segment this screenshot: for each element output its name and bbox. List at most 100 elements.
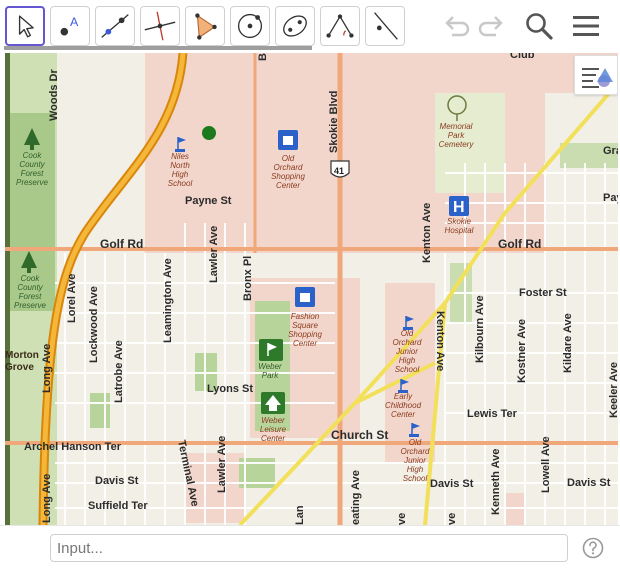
svg-text:41: 41 (334, 166, 344, 176)
circle-tool-button[interactable] (230, 6, 270, 46)
svg-text:Davis St: Davis St (567, 477, 611, 489)
ellipse-tool-button[interactable] (275, 6, 315, 46)
geogebra-app: A H 41 Woods Dr Skokie Blvd Payne St Gol… (0, 0, 620, 570)
svg-text:Lewis Ter: Lewis Ter (467, 408, 518, 420)
help-icon[interactable] (582, 537, 604, 559)
point-tool-button[interactable]: A (50, 6, 90, 46)
svg-text:Kenton Ave: Kenton Ave (434, 311, 446, 371)
graphics-view[interactable]: H 41 Woods Dr Skokie Blvd Payne St Golf … (5, 53, 618, 525)
svg-text:Shopping: Shopping (271, 172, 305, 181)
ellipse-icon (283, 15, 307, 37)
svg-text:Leisure: Leisure (260, 425, 287, 434)
svg-text:High: High (172, 170, 189, 179)
street-map-image: H 41 Woods Dr Skokie Blvd Payne St Golf … (5, 53, 618, 525)
svg-text:County: County (19, 160, 45, 169)
algebra-input-field[interactable] (50, 534, 568, 562)
redo-icon (478, 16, 503, 37)
polygon-tool-button[interactable] (185, 6, 225, 46)
svg-text:Park: Park (448, 131, 465, 140)
angle-icon (326, 14, 354, 38)
svg-text:Bronx Pl: Bronx Pl (242, 256, 254, 301)
svg-text:Kenneth Ave: Kenneth Ave (490, 449, 502, 515)
svg-text:Woods Dr: Woods Dr (48, 69, 60, 121)
svg-text:Square: Square (292, 321, 318, 330)
svg-text:Center: Center (261, 434, 285, 443)
svg-text:Junior: Junior (395, 347, 418, 356)
svg-text:Forest: Forest (19, 292, 42, 301)
svg-text:Orchard: Orchard (274, 163, 303, 172)
svg-text:H: H (453, 199, 465, 216)
route-shield-icon: 41 (330, 160, 350, 178)
svg-text:Center: Center (276, 181, 300, 190)
search-button[interactable] (523, 10, 555, 42)
svg-text:Suffield Ter: Suffield Ter (88, 500, 148, 512)
svg-text:Lorel Ave: Lorel Ave (66, 274, 78, 323)
hamburger-menu-icon (573, 16, 599, 36)
svg-text:Long Ave: Long Ave (41, 344, 53, 393)
svg-text:Gra: Gra (603, 145, 618, 157)
svg-text:Long Ave: Long Ave (41, 474, 53, 523)
svg-text:Forest: Forest (21, 169, 44, 178)
svg-text:Weber: Weber (261, 416, 285, 425)
line-icon (101, 14, 129, 38)
svg-text:Golf Rd: Golf Rd (498, 237, 541, 251)
toolbar: A (0, 0, 620, 50)
svg-text:Latrobe Ave: Latrobe Ave (113, 340, 125, 403)
svg-text:High: High (407, 465, 424, 474)
svg-text:Fashion: Fashion (291, 312, 320, 321)
point-tool-letter: A (70, 15, 79, 29)
svg-text:School: School (168, 179, 193, 188)
svg-text:Church St: Church St (331, 428, 388, 442)
svg-text:Center: Center (391, 410, 415, 419)
style-bar-icon (582, 68, 613, 88)
svg-text:Cemetery: Cemetery (439, 140, 475, 149)
svg-text:School: School (403, 474, 428, 483)
svg-text:Lawler Ave: Lawler Ave (216, 436, 228, 493)
reflect-tool-button[interactable] (365, 6, 405, 46)
svg-text:Park: Park (262, 371, 279, 380)
skokie-hospital-label: Skokie Hospital (445, 217, 474, 235)
svg-text:Davis St: Davis St (95, 475, 139, 487)
polygon-icon (195, 13, 217, 40)
svg-text:Preserve: Preserve (16, 178, 49, 187)
svg-text:Old: Old (282, 154, 295, 163)
weber-leisure-label: Weber Leisure Center (260, 416, 287, 443)
svg-text:Skokie Blvd: Skokie Blvd (328, 91, 340, 153)
toolbar-scroll-indicator (4, 46, 312, 50)
angle-tool-button[interactable] (320, 6, 360, 46)
move-tool-button[interactable] (5, 6, 45, 46)
undo-icon (445, 16, 470, 37)
shopping-center-icon (278, 130, 298, 150)
svg-text:Weber: Weber (258, 362, 282, 371)
svg-text:Shopping: Shopping (288, 330, 322, 339)
redo-button[interactable] (476, 10, 508, 42)
perpendicular-tool-button[interactable] (140, 6, 180, 46)
svg-text:Childhood: Childhood (385, 401, 422, 410)
morton-grove-label: Morton Grove (5, 350, 39, 373)
svg-text:Payne St: Payne St (185, 195, 232, 207)
undo-button[interactable] (440, 10, 472, 42)
geogebra-point[interactable] (202, 126, 216, 140)
svg-text:Orchard: Orchard (393, 338, 422, 347)
svg-text:Kenton Ave: Kenton Ave (421, 203, 433, 263)
perpendicular-line-icon (144, 11, 176, 41)
svg-text:Orchard: Orchard (401, 447, 430, 456)
svg-text:Preserve: Preserve (14, 301, 47, 310)
svg-text:Lyons St: Lyons St (207, 383, 253, 395)
golf-course-icon (259, 339, 283, 361)
shopping-center-icon-2 (295, 287, 315, 307)
svg-text:Lan: Lan (294, 505, 306, 525)
algebra-input-bar (0, 525, 620, 570)
svg-text:Archel Hanson Ter: Archel Hanson Ter (24, 441, 122, 453)
svg-text:Morton: Morton (5, 350, 39, 361)
graphics-style-bar-toggle[interactable] (574, 55, 618, 95)
svg-text:Old: Old (409, 438, 422, 447)
svg-text:Lockwood Ave: Lockwood Ave (88, 286, 100, 363)
svg-text:Pay: Pay (603, 192, 618, 204)
main-menu-button[interactable] (570, 10, 602, 42)
svg-text:Cook: Cook (21, 274, 41, 283)
line-tool-button[interactable] (95, 6, 135, 46)
svg-text:Memorial: Memorial (440, 122, 473, 131)
svg-text:eating Ave: eating Ave (350, 470, 362, 525)
svg-text:Lowell Ave: Lowell Ave (540, 436, 552, 493)
